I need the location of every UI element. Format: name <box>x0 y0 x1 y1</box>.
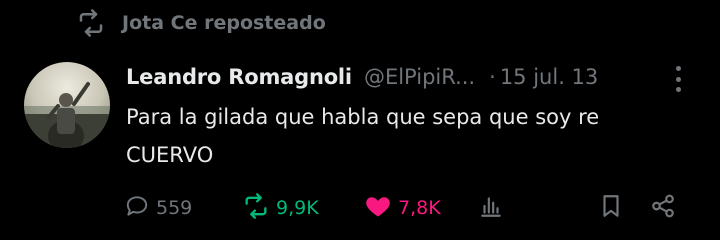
separator-dot: · <box>489 65 496 89</box>
repost-label[interactable]: Jota Ce reposteado <box>122 12 326 34</box>
bookmark-icon <box>598 193 624 223</box>
reply-icon <box>124 193 150 223</box>
more-options-icon[interactable] <box>666 66 690 92</box>
tweet-header: Leandro Romagnoli @ElPipiR... · 15 jul. … <box>126 58 696 96</box>
avatar[interactable] <box>24 62 110 148</box>
share-icon <box>650 193 676 223</box>
retweet-count: 9,9K <box>276 197 319 219</box>
views-icon <box>478 193 504 223</box>
repost-icon <box>76 8 106 38</box>
retweet-button[interactable]: 9,9K <box>242 190 319 226</box>
reply-button[interactable]: 559 <box>124 190 192 226</box>
heart-icon <box>364 192 392 224</box>
action-bar: 559 9,9K 7,8K <box>124 190 684 226</box>
views-button[interactable] <box>478 190 504 226</box>
reply-count: 559 <box>156 197 193 219</box>
tweet-text-line: Para la gilada que habla que sepa que so… <box>126 105 600 129</box>
like-count: 7,8K <box>398 197 441 219</box>
tweet-date[interactable]: 15 jul. 13 <box>500 65 598 89</box>
bookmark-button[interactable] <box>598 190 624 226</box>
tweet-text-line: CUERVO <box>126 143 214 167</box>
like-button[interactable]: 7,8K <box>364 190 441 226</box>
display-name[interactable]: Leandro Romagnoli <box>126 65 352 89</box>
share-button[interactable] <box>650 190 676 226</box>
tweet-text: Para la gilada que habla que sepa que so… <box>126 98 696 174</box>
handle[interactable]: @ElPipiR... <box>364 65 475 89</box>
repost-indicator: Jota Ce reposteado <box>76 8 326 38</box>
retweet-icon <box>242 192 270 224</box>
